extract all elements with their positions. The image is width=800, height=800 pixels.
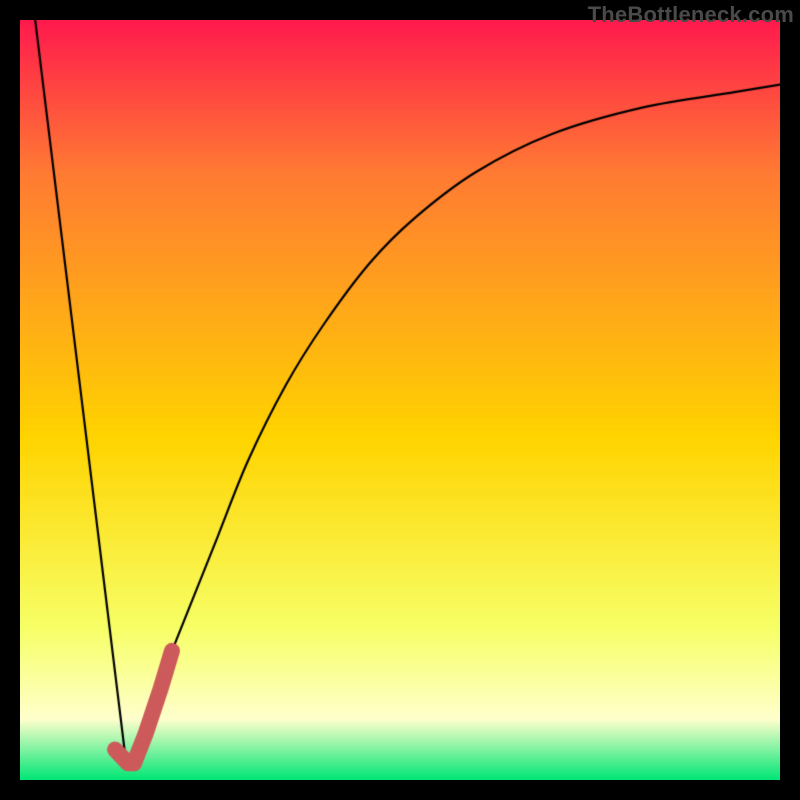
chart-curves (20, 20, 780, 780)
watermark-text: TheBottleneck.com (588, 2, 794, 28)
plot-area (20, 20, 780, 780)
chart-frame: TheBottleneck.com (0, 0, 800, 800)
